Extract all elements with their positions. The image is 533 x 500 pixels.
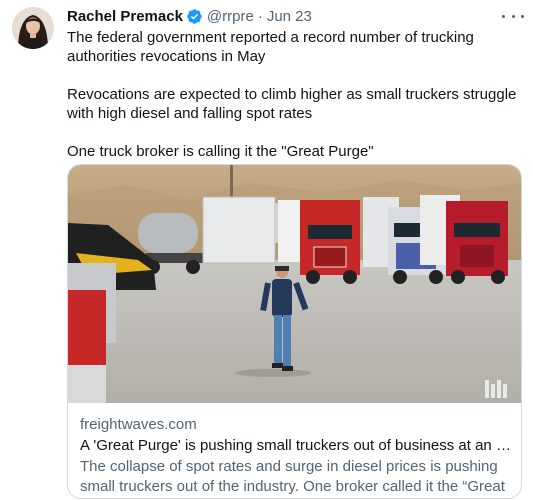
author-handle[interactable]: @rrpre <box>207 8 254 25</box>
link-card[interactable]: freightwaves.com A 'Great Purge' is push… <box>67 164 522 499</box>
tweet-text: The federal government reported a record… <box>67 28 517 161</box>
tweet-paragraph: One truck broker is calling it the "Grea… <box>67 143 374 160</box>
tweet[interactable]: Rachel Premack @rrpre · Jun 23 The feder… <box>0 0 533 500</box>
card-meta: freightwaves.com A 'Great Purge' is push… <box>80 415 512 498</box>
card-domain: freightwaves.com <box>80 416 197 433</box>
avatar[interactable] <box>12 7 54 49</box>
tweet-date[interactable]: Jun 23 <box>267 8 312 25</box>
avatar-photo <box>12 7 54 49</box>
tweet-paragraph: Revocations are expected to climb higher… <box>67 86 517 122</box>
more-options-icon[interactable] <box>502 8 524 24</box>
card-description: The collapse of spot rates and surge in … <box>80 458 505 495</box>
card-image[interactable] <box>68 165 521 403</box>
separator-dot: · <box>257 7 263 25</box>
card-title: A 'Great Purge' is pushing small trucker… <box>80 437 512 454</box>
author-name[interactable]: Rachel Premack <box>67 8 183 25</box>
verified-badge-icon <box>187 8 202 24</box>
tweet-paragraph: The federal government reported a record… <box>67 29 474 65</box>
tweet-header: Rachel Premack @rrpre · Jun 23 <box>67 6 312 26</box>
